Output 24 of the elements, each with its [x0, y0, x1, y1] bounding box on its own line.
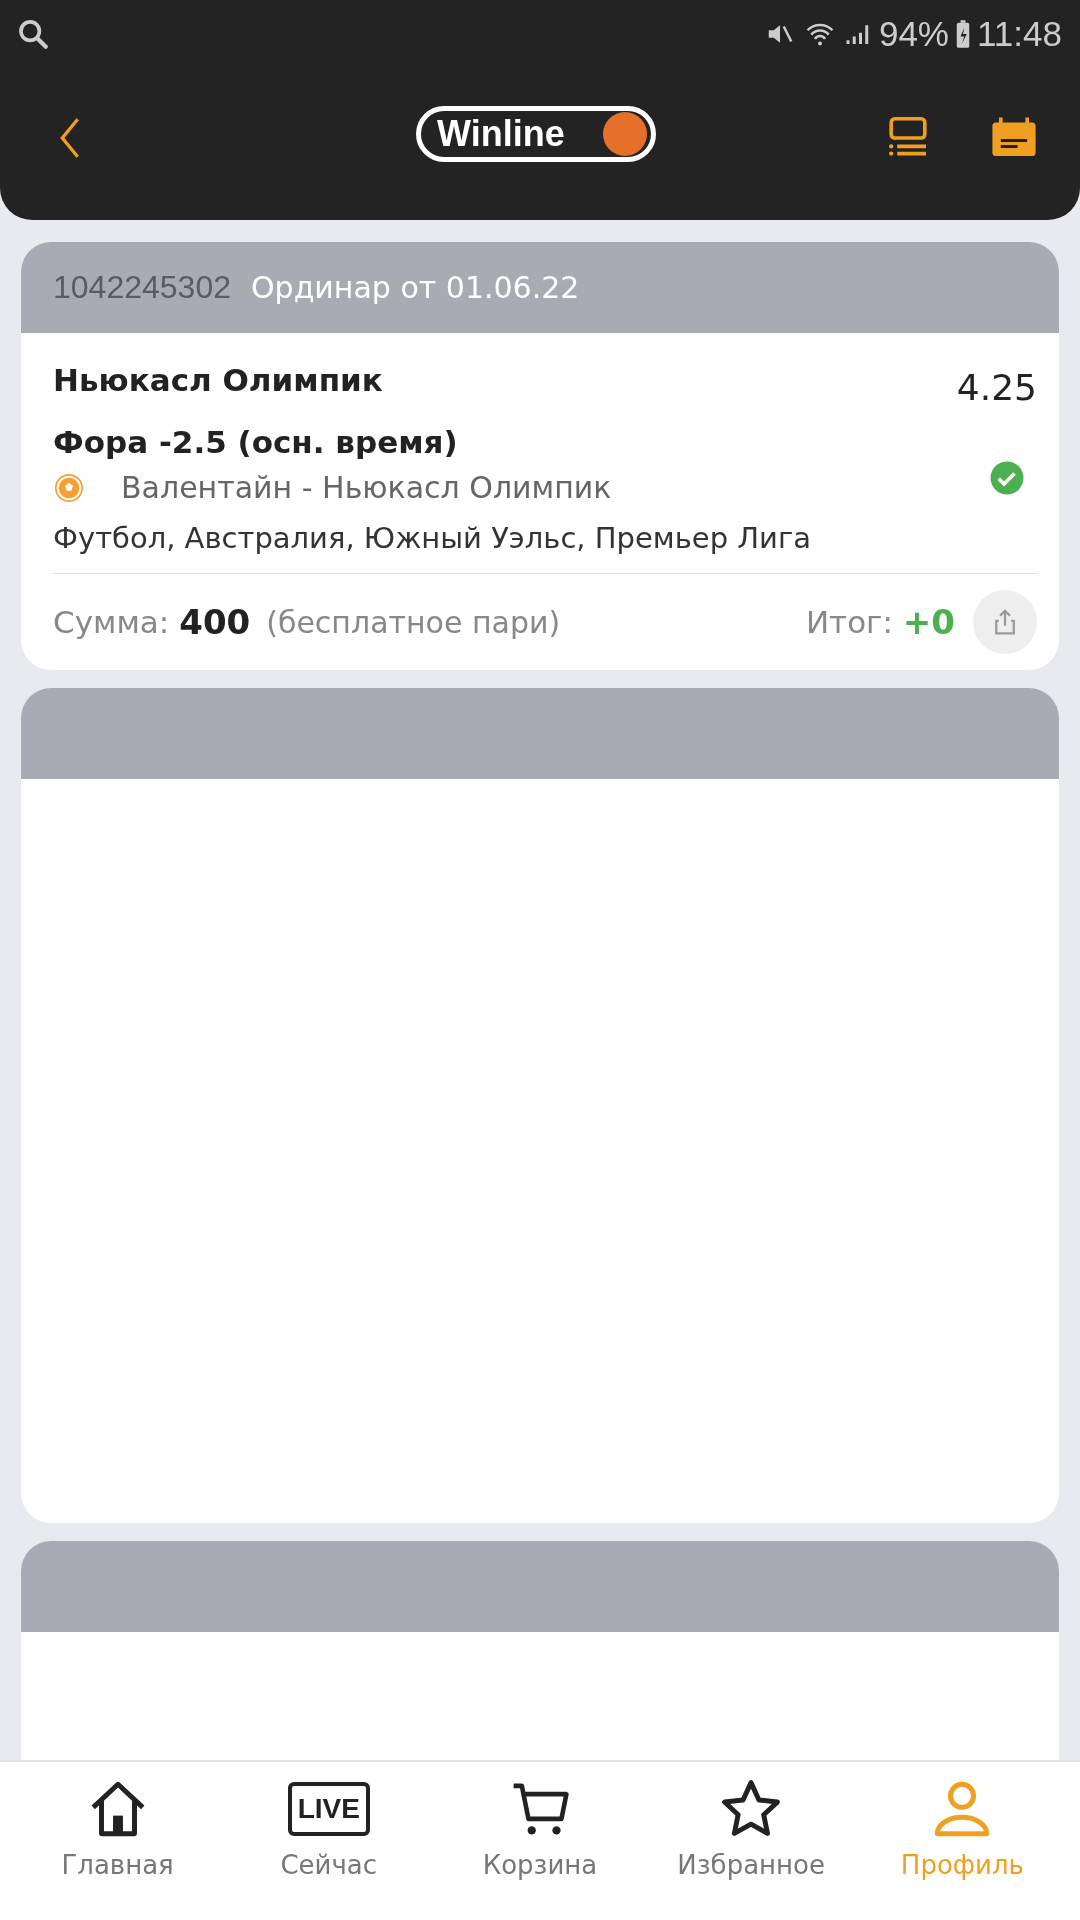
result-value: +0: [902, 602, 955, 642]
nav-tab[interactable]: LIVE Сейчас: [228, 1762, 429, 1920]
bet-title: Ординар от 01.06.22: [250, 270, 580, 305]
clock: 11:48: [977, 14, 1062, 54]
odds-value: 4.25: [956, 366, 1037, 408]
nav-tab[interactable]: Корзина: [439, 1762, 640, 1920]
football-icon: [53, 471, 85, 504]
battery-percent: 94%: [878, 14, 949, 54]
event-name: Валентайн - Ньюкасл Олимпик: [121, 470, 613, 505]
back-icon[interactable]: [58, 116, 82, 160]
sum-value: 400: [179, 602, 251, 642]
result-label: Итог:: [805, 604, 893, 640]
league-name: Футбол, Австралия, Южный Уэльс, Премьер Лига: [53, 521, 1037, 574]
bet-number: 1042245302: [53, 269, 231, 306]
market-name: Фора -2.5 (осн. время): [53, 424, 459, 460]
sum-label: Сумма:: [53, 604, 170, 640]
search-icon: [16, 17, 50, 51]
nav-tab[interactable]: Главная: [17, 1762, 218, 1920]
free-bet-note: (бесплатное пари): [266, 604, 561, 640]
selection-name: Ньюкасл Олимпик: [53, 361, 383, 398]
live-icon: LIVE: [287, 1782, 370, 1836]
battery-icon: [955, 19, 971, 49]
nav-tab[interactable]: Избранное: [651, 1762, 852, 1920]
logo: Winline: [416, 106, 656, 162]
